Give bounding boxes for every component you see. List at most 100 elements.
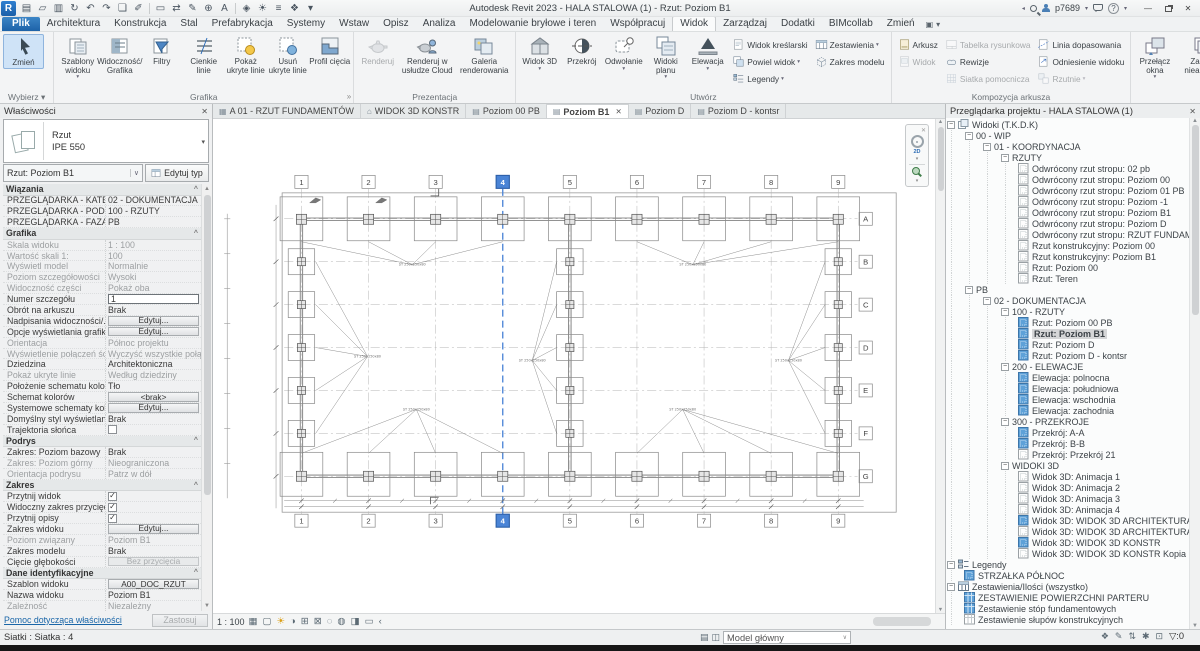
zakres-modelu-button[interactable]: Zakres modelu [812,53,888,70]
arkusz-button[interactable]: Arkusz [895,36,941,53]
save-icon[interactable]: ▥ [51,1,66,15]
property-edit-button[interactable]: Edytuj... [108,524,199,534]
ribbon-tab-zmie-[interactable]: Zmień [880,17,922,31]
ribbon-tab-konstrukcja[interactable]: Konstrukcja [107,17,173,31]
temporary-properties-icon[interactable]: ◍ [337,616,345,627]
scale-icon[interactable]: ▦ [249,616,258,627]
filtry-button[interactable]: Filtry [141,34,182,67]
navigation-bar[interactable]: ✕ 2D ▾ ▾ [905,124,929,187]
navbar-close-icon[interactable]: ✕ [921,127,926,134]
zoom-icon[interactable]: ⊕ [201,1,216,15]
ribbon-panel-label[interactable]: Okna [1131,91,1200,103]
tree-item[interactable]: Rzut konstrukcyjny: Poziom B1 [946,251,1200,262]
crop-view-icon[interactable]: ⊞ [301,616,309,627]
property-value[interactable]: ✓ [106,514,201,523]
render-icon[interactable]: ☀ [255,1,270,15]
zoom-tool-icon[interactable] [912,167,922,177]
property-value[interactable]: Edytuj... [106,403,201,413]
widok-kreślarski-button[interactable]: Widok kreślarski [729,36,810,53]
property-value[interactable]: A00_DOC_RZUT [106,579,201,589]
tree-expander-icon[interactable]: − [1001,308,1009,316]
tree-item[interactable]: −RZUTY [946,152,1200,163]
modify-chip-icon[interactable]: ▣ [926,20,934,29]
app-store-icon[interactable] [1093,4,1103,11]
shadows-icon[interactable]: ◑ [290,616,296,627]
properties-section-grafika[interactable]: Grafika^ [3,228,201,240]
tree-item[interactable]: Odwrócony rzut stropu: 02 pb [946,163,1200,174]
tree-expander-icon[interactable]: − [983,297,991,305]
tree-item[interactable]: Widok 3D: WIDOK 3D ARCHITEKTURA [946,515,1200,526]
property-checkbox[interactable] [108,425,117,434]
tree-item[interactable]: Rzut: Teren [946,273,1200,284]
ribbon-panel-label[interactable]: Kompozycja arkusza [892,91,1131,103]
tree-item[interactable]: Odwrócony rzut stropu: Poziom D [946,218,1200,229]
property-edit-button[interactable]: A00_DOC_RZUT [108,579,199,589]
edit-requests-icon[interactable]: ✎ [1115,631,1123,642]
przekrój-button[interactable]: Przekrój [561,34,602,67]
project-browser-header[interactable]: Przeglądarka projektu - HALA STALOWA (1)… [946,104,1200,118]
zoom-caret-icon[interactable]: ▾ [916,178,919,184]
property-checkbox[interactable]: ✓ [108,503,117,512]
search-icon[interactable] [1030,5,1037,12]
profil-cięcia-button[interactable]: Profil cięcia [309,34,350,67]
default-3d-icon[interactable]: ◈ [239,1,254,15]
floor-plan-svg[interactable]: ABCDEFG112233445566778899ST 250x250x80ST… [213,119,945,613]
property-edit-button[interactable]: Edytuj... [108,327,199,337]
przełącz-okna-button[interactable]: Przełącz okna▾ [1134,34,1175,79]
property-value[interactable]: Bez przycięcia [106,557,201,567]
properties-section-podrys[interactable]: Podrys^ [3,436,201,448]
tree-expander-icon[interactable]: − [965,286,973,294]
wheel-caret-icon[interactable]: ▾ [916,156,919,162]
powiel-widok-button[interactable]: Powiel widok▾ [729,53,810,70]
tree-item[interactable]: Odwrócony rzut stropu: Poziom 01 PB [946,185,1200,196]
ribbon-tab-modelowanie-bry-owe-i-teren[interactable]: Modelowanie bryłowe i teren [463,17,604,31]
ribbon-tab-stal[interactable]: Stal [173,17,204,31]
collapse-icon[interactable]: ‹ [379,616,382,627]
view-tab-poziom-b1[interactable]: ▤Poziom B1✕ [547,104,629,118]
property-checkbox[interactable]: ✓ [108,514,117,523]
tree-item[interactable]: Rzut: Poziom D [946,339,1200,350]
widoki-planu-button[interactable]: Widoki planu▾ [645,34,686,79]
tree-item[interactable]: Widok 3D: Animacja 3 [946,493,1200,504]
tree-expander-icon[interactable]: − [1001,462,1009,470]
property-value[interactable]: Edytuj... [106,327,201,337]
close-button[interactable]: ✕ [1178,1,1198,16]
properties-help-link[interactable]: Pomoc dotycząca właściwości [4,615,122,625]
print-icon[interactable]: ❏ [115,1,130,15]
odniesienie-widoku-button[interactable]: Odniesienie widoku [1034,53,1127,70]
crop-region-icon[interactable]: ⊠ [314,616,322,627]
constraints-icon[interactable]: ▭ [365,616,374,627]
zamknij-nieaktywne-button[interactable]: Zamknij nieaktywne [1176,34,1200,75]
tree-expander-icon[interactable]: − [1001,363,1009,371]
property-value[interactable] [106,425,201,434]
open-icon[interactable]: ▱ [35,1,50,15]
property-value[interactable]: 1 [106,294,201,304]
tree-item[interactable]: −WIDOKI 3D [946,460,1200,471]
sun-path-icon[interactable]: ☀ [277,616,286,627]
tree-item[interactable]: −00 - WIP [946,130,1200,141]
tree-item[interactable]: Rzut: Poziom 00 PB [946,317,1200,328]
tree-item[interactable]: STRZAŁKA PÓŁNOC [946,570,1200,581]
tree-item[interactable]: Odwrócony rzut stropu: Poziom -1 [946,196,1200,207]
zmień-button[interactable]: Zmień [3,34,44,69]
tree-item[interactable]: Zestawienie słupów konstrukcyjnych [946,614,1200,625]
steering-wheel-icon[interactable] [911,135,924,148]
tree-item[interactable]: Odwrócony rzut stropu: RZUT FUNDAMENTÓW [946,229,1200,240]
properties-close-icon[interactable]: ✕ [201,107,208,116]
collapse-section-icon[interactable]: ^ [194,230,198,237]
sync-icon[interactable]: ↻ [67,1,82,15]
browser-scrollbar[interactable]: ▲▼ [1189,118,1200,629]
property-value[interactable]: <brak> [106,392,201,402]
press-drag-icon[interactable]: ⊡ [1156,631,1164,642]
rewizje-button[interactable]: Rewizje [942,53,1034,70]
ribbon-tab-prefabrykacja[interactable]: Prefabrykacja [205,17,280,31]
ribbon-panel-label[interactable]: Utwórz [516,91,890,103]
ribbon-panel-label[interactable]: Prezentacja [354,91,515,103]
scale-label[interactable]: 1 : 100 [217,617,245,627]
view-selector-dropdown[interactable]: Rzut: Poziom B1 ∨ [3,164,143,182]
view-tab-widok-3d-konstr[interactable]: ⌂WIDOK 3D KONSTR [361,104,466,118]
design-option-select[interactable]: Model główny ∨ [723,631,851,644]
app-menu-icon[interactable]: ▤ [19,1,34,15]
elewacja-button[interactable]: Elewacja▾ [687,34,728,71]
legendy-button[interactable]: Legendy▾ [729,70,810,87]
